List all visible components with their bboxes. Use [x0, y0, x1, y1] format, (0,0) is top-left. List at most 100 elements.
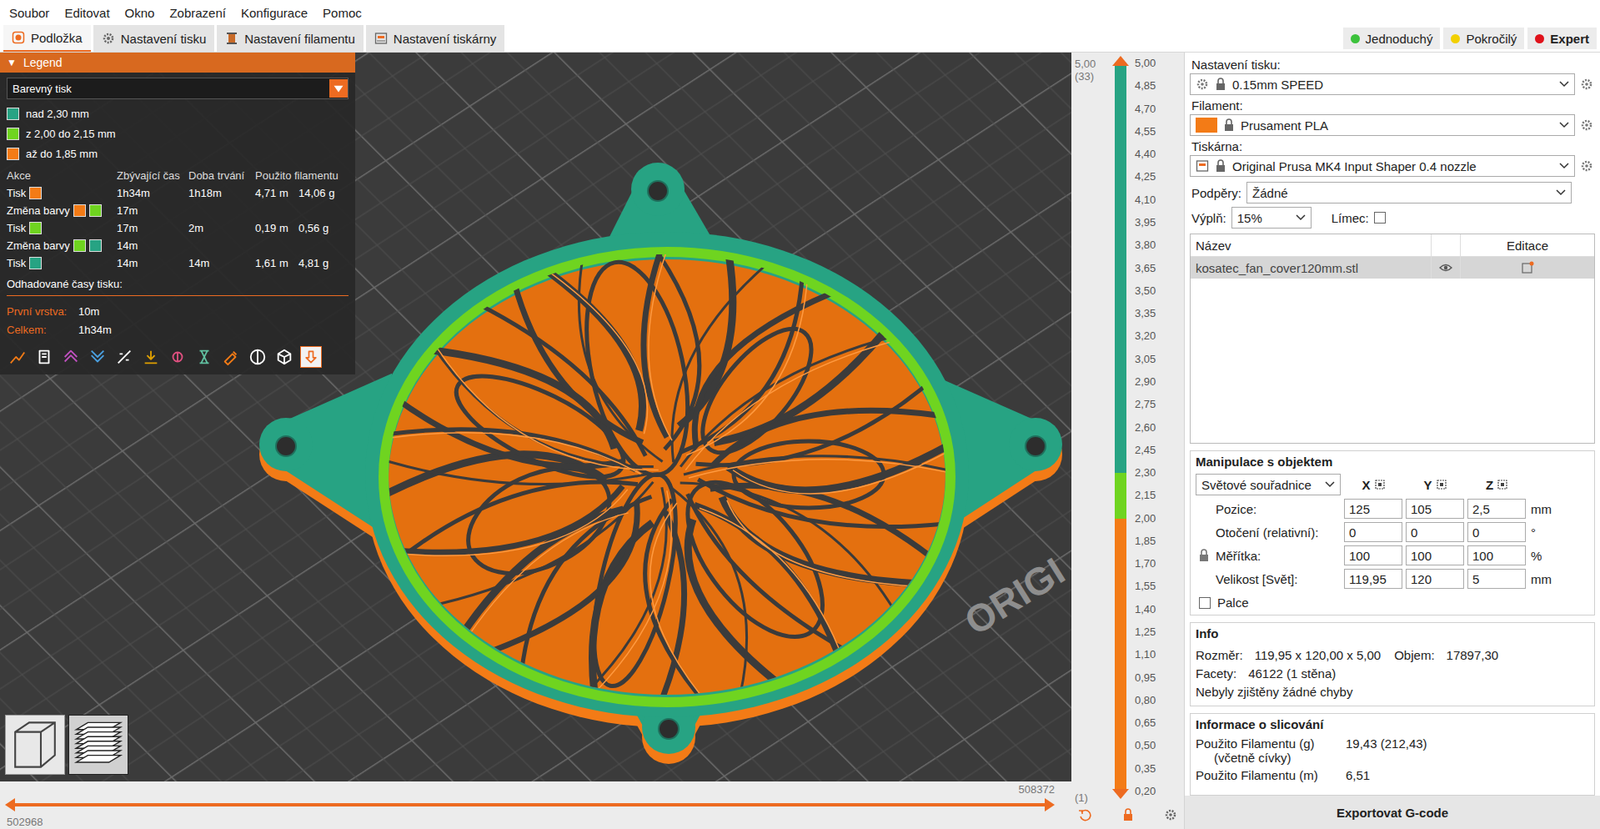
- color-swatch: [73, 239, 86, 252]
- fan-cover-model[interactable]: [259, 162, 1063, 764]
- color-swatch: [89, 239, 102, 252]
- value-input[interactable]: 2,5: [1467, 498, 1526, 519]
- chevron-down-icon: [1559, 162, 1570, 170]
- upper-thumb-icon[interactable]: [1044, 797, 1055, 812]
- menu-item[interactable]: Soubor: [1, 5, 57, 21]
- lower-thumb-icon[interactable]: [1112, 788, 1129, 799]
- cube-view-icon[interactable]: [5, 714, 66, 775]
- layer-tick: 3,80: [1134, 239, 1156, 251]
- lock-icon: [1222, 118, 1236, 132]
- color-segment: [1114, 472, 1127, 519]
- edit-preset-gear-icon[interactable]: [1579, 77, 1594, 91]
- layer-bar[interactable]: [1114, 62, 1127, 793]
- eye-icon[interactable]: [1439, 260, 1453, 275]
- value-input[interactable]: 120: [1405, 568, 1465, 589]
- menu-item[interactable]: Okno: [117, 5, 163, 21]
- lock-icon[interactable]: [1121, 807, 1135, 822]
- legend-row-action: Tisk: [6, 256, 117, 270]
- menu-item[interactable]: Editovat: [56, 5, 117, 21]
- drop-to-bed-icon[interactable]: [1436, 479, 1447, 490]
- feature-toggle-icon[interactable]: [273, 346, 296, 368]
- upper-thumb-icon[interactable]: [1112, 55, 1129, 66]
- lower-thumb-icon[interactable]: [5, 797, 16, 812]
- value-input[interactable]: 100: [1344, 545, 1403, 566]
- feature-toggle-icon[interactable]: [140, 346, 162, 368]
- value-input[interactable]: 5: [1467, 568, 1526, 589]
- tab[interactable]: Nastavení tiskárny: [366, 25, 505, 52]
- 3d-scene[interactable]: ORIGI ▼ Legend Barevný tisk nad 2,30 mm …: [0, 52, 1072, 782]
- export-gcode-button[interactable]: Exportovat G-code: [1184, 795, 1600, 829]
- feature-toggle-icon[interactable]: [193, 346, 216, 368]
- layer-tick: 3,20: [1134, 330, 1156, 342]
- tab[interactable]: Nastavení filamentu: [216, 25, 364, 52]
- edit-preset-gear-icon[interactable]: [1579, 118, 1594, 132]
- value-input[interactable]: 125: [1344, 498, 1403, 519]
- menu-item[interactable]: Konfigurace: [233, 5, 316, 21]
- preset-dropdown[interactable]: 0.15mm SPEED: [1189, 73, 1575, 96]
- layer-slider[interactable]: 5,00 (33) (1) 5,004,854,704,554,404,254,…: [1071, 52, 1184, 829]
- value-input[interactable]: 0: [1405, 521, 1465, 542]
- mode-button[interactable]: Expert: [1527, 27, 1597, 50]
- feature-toggle-icon[interactable]: [220, 346, 242, 368]
- value-input[interactable]: 0: [1467, 521, 1526, 542]
- feature-toggle-icon[interactable]: [166, 346, 189, 368]
- layer-tick: 1,25: [1134, 626, 1156, 638]
- drop-to-bed-icon[interactable]: [1497, 479, 1508, 490]
- layer-tick: 1,70: [1134, 557, 1156, 570]
- plater-icon: [11, 30, 26, 45]
- color-segment: [1114, 518, 1127, 793]
- feature-toggle-icon[interactable]: [33, 346, 56, 368]
- object-manipulation: Manipulace s objektem Světové souřadnice…: [1189, 450, 1595, 616]
- brim-checkbox[interactable]: [1374, 211, 1386, 224]
- layer-tick: 0,20: [1134, 785, 1156, 798]
- menu-item[interactable]: Pomoc: [315, 5, 370, 21]
- layer-tick: 0,50: [1134, 739, 1156, 752]
- gear-icon: [1195, 77, 1209, 91]
- value-input[interactable]: 100: [1467, 545, 1526, 566]
- legend-range: až do 1,85 mm: [6, 144, 349, 163]
- value-input[interactable]: 105: [1405, 498, 1465, 519]
- feature-toggle-icon[interactable]: [60, 346, 82, 368]
- slider-track[interactable]: [10, 797, 1050, 812]
- value-input[interactable]: 100: [1405, 545, 1465, 566]
- feature-toggle-icon[interactable]: [300, 346, 322, 368]
- prusaslicer-window: SouborEditovatOknoZobrazeníKonfiguracePo…: [0, 0, 1600, 829]
- legend-row-action: Změna barvy: [6, 239, 117, 252]
- tab[interactable]: Nastavení tisku: [93, 25, 216, 52]
- scale-lock-icon[interactable]: [1197, 548, 1211, 562]
- preset-dropdown[interactable]: Prusament PLA: [1189, 114, 1575, 136]
- chevron-down-icon: [1559, 121, 1570, 129]
- mode-button[interactable]: Jednoduchý: [1343, 27, 1441, 50]
- edit-icon[interactable]: [1520, 260, 1535, 275]
- supports-dropdown[interactable]: Žádné: [1246, 181, 1572, 204]
- layer-tick: 4,40: [1134, 148, 1156, 161]
- revert-icon[interactable]: [1078, 807, 1092, 822]
- tab[interactable]: Podložka: [3, 25, 91, 52]
- mode-dot-icon: [1450, 34, 1460, 44]
- feature-toggle-icon[interactable]: [6, 346, 29, 368]
- layer-tick: 4,85: [1134, 80, 1156, 92]
- drop-to-bed-icon[interactable]: [1374, 479, 1385, 490]
- view-type-dropdown[interactable]: Barevný tisk: [6, 77, 349, 100]
- horizontal-slider[interactable]: 508372 502968: [0, 781, 1072, 829]
- object-list: Název Editace kosatec_fan_cover120mm.stl: [1189, 233, 1595, 444]
- gear-icon[interactable]: [1163, 807, 1178, 822]
- feature-toggle-icon[interactable]: [86, 346, 109, 368]
- preset-dropdown[interactable]: Original Prusa MK4 Input Shaper 0.4 nozz…: [1189, 155, 1575, 177]
- layer-tick: 4,70: [1134, 103, 1156, 116]
- feature-toggle-icon[interactable]: [246, 346, 269, 368]
- mode-button[interactable]: Pokročilý: [1443, 27, 1525, 50]
- inches-checkbox[interactable]: [1198, 596, 1211, 609]
- menu-item[interactable]: Zobrazení: [161, 5, 234, 21]
- view-toggle: [5, 714, 129, 775]
- object-row[interactable]: kosatec_fan_cover120mm.stl: [1190, 256, 1595, 279]
- legend-header[interactable]: ▼ Legend: [0, 52, 356, 73]
- coordinate-system-dropdown[interactable]: Světové souřadnice: [1195, 473, 1341, 496]
- value-input[interactable]: 119,95: [1344, 568, 1403, 589]
- infill-dropdown[interactable]: 15%: [1231, 206, 1312, 229]
- layers-view-icon[interactable]: [68, 714, 129, 775]
- feature-toggle-icon[interactable]: [113, 346, 136, 368]
- edit-preset-gear-icon[interactable]: [1579, 159, 1594, 173]
- layer-tick: 1,10: [1134, 648, 1156, 661]
- value-input[interactable]: 0: [1344, 521, 1403, 542]
